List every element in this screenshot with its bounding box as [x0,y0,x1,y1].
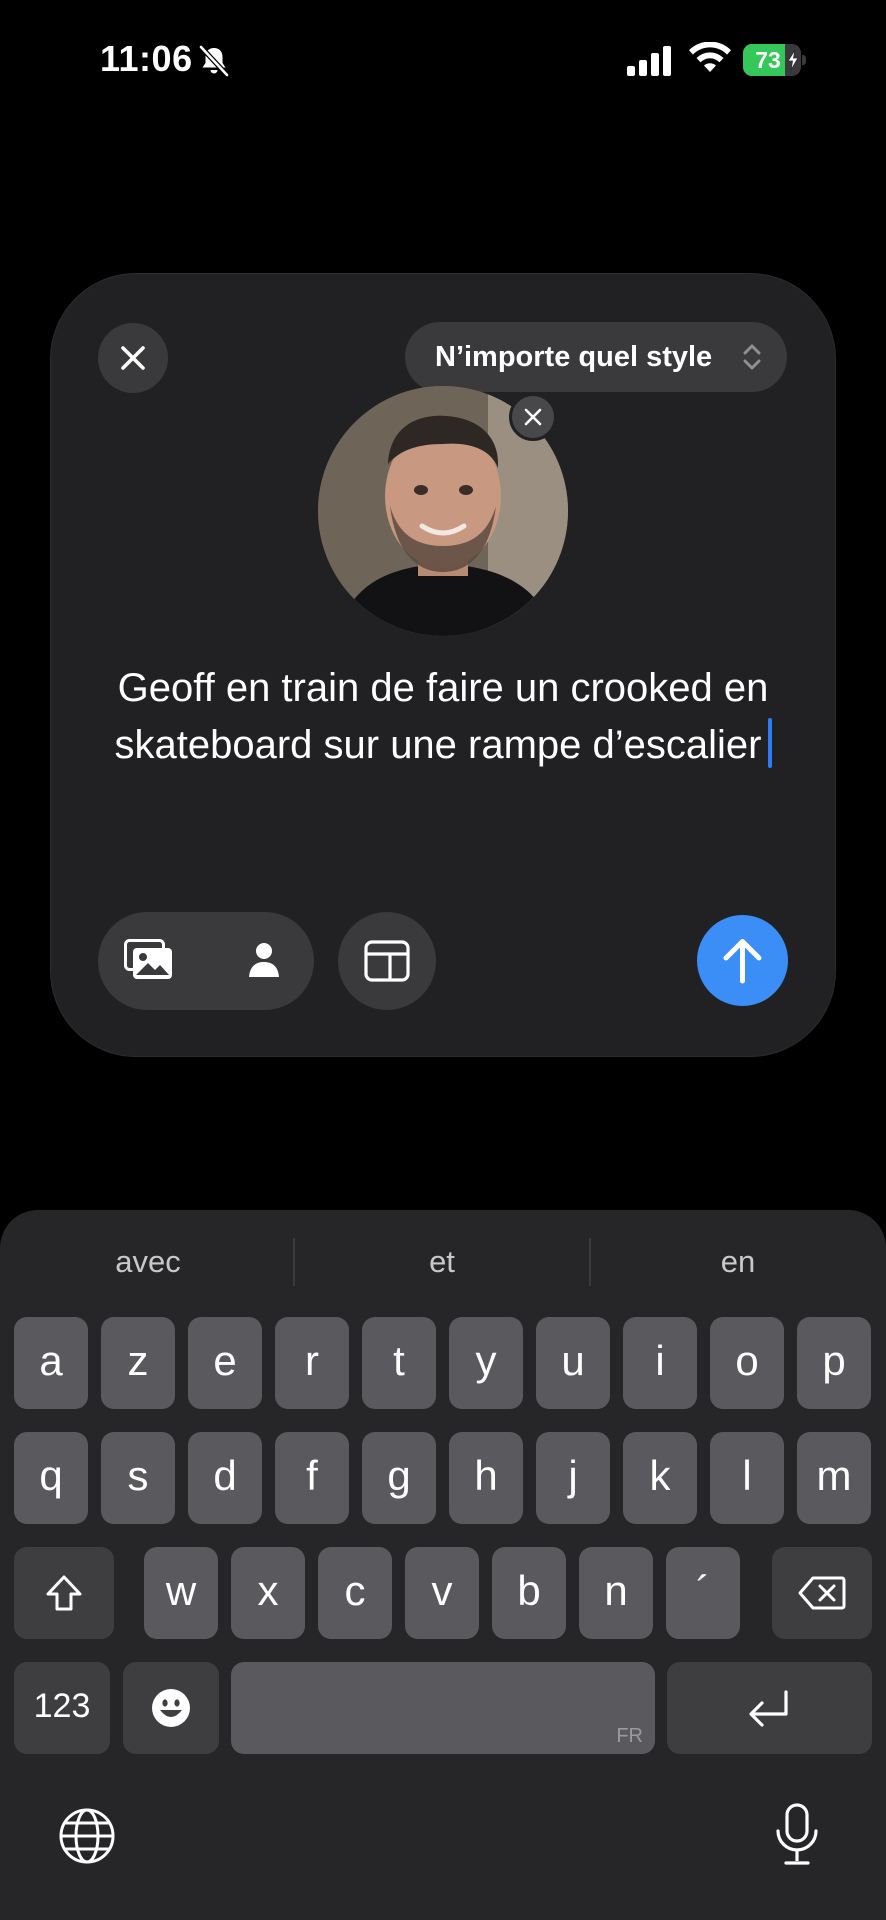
key-g[interactable]: g [362,1432,436,1524]
delete-icon [798,1576,846,1610]
text-cursor [767,718,772,768]
photos-icon[interactable] [124,939,174,981]
return-key[interactable] [667,1662,872,1754]
layout-icon [364,940,410,982]
suggestion-1[interactable]: avec [28,1228,268,1296]
key-l[interactable]: l [710,1432,784,1524]
style-selector-label: N’importe quel style [435,341,713,373]
key-s[interactable]: s [101,1432,175,1524]
suggestion-divider [293,1238,295,1286]
key-h[interactable]: h [449,1432,523,1524]
key-e[interactable]: e [188,1317,262,1409]
key-o[interactable]: o [710,1317,784,1409]
remove-photo-button[interactable] [509,393,557,441]
suggestion-3[interactable]: en [618,1228,858,1296]
send-button[interactable] [697,915,788,1006]
keyboard-language-tag: FR [616,1725,643,1747]
suggestion-2[interactable]: et [322,1228,562,1296]
key-r[interactable]: r [275,1317,349,1409]
key-n[interactable]: n [579,1547,653,1639]
person-icon[interactable] [248,942,280,978]
key-f[interactable]: f [275,1432,349,1524]
suggestion-divider [589,1238,591,1286]
shift-key[interactable] [14,1547,114,1639]
arrow-up-icon [723,939,762,984]
shift-icon [46,1575,82,1611]
key-y[interactable]: y [449,1317,523,1409]
layout-button[interactable] [338,912,436,1010]
key-m[interactable]: m [797,1432,871,1524]
emoji-icon [152,1689,190,1727]
status-time: 11:06 [100,38,193,79]
close-icon [524,408,542,426]
key-acute-accent[interactable]: ´ [666,1547,740,1639]
emoji-key[interactable] [123,1662,219,1754]
wifi-icon [689,42,731,72]
microphone-icon[interactable] [774,1803,820,1867]
key-k[interactable]: k [623,1432,697,1524]
signal-icon [627,46,671,76]
key-j[interactable]: j [536,1432,610,1524]
charging-bolt-icon [787,50,799,70]
key-v[interactable]: v [405,1547,479,1639]
chevron-up-down-icon [743,344,761,370]
close-button[interactable] [98,323,168,393]
key-z[interactable]: z [101,1317,175,1409]
return-icon [749,1690,788,1727]
key-i[interactable]: i [623,1317,697,1409]
globe-icon[interactable] [58,1807,116,1865]
style-selector-button[interactable]: N’importe quel style [405,322,787,392]
key-u[interactable]: u [536,1317,610,1409]
space-key[interactable]: FR [231,1662,655,1754]
battery-nub [802,55,806,65]
key-x[interactable]: x [231,1547,305,1639]
delete-key[interactable] [772,1547,872,1639]
suggestion-bar: avec et en [0,1228,886,1296]
key-a[interactable]: a [14,1317,88,1409]
key-b[interactable]: b [492,1547,566,1639]
key-d[interactable]: d [188,1432,262,1524]
key-p[interactable]: p [797,1317,871,1409]
key-q[interactable]: q [14,1432,88,1524]
battery-percent: 73 [755,47,781,73]
status-bar: 11:06 73 [0,0,886,120]
battery-indicator: 73 [743,44,807,76]
close-icon [121,346,145,370]
key-c[interactable]: c [318,1547,392,1639]
numbers-key[interactable]: 123 [14,1662,110,1754]
key-w[interactable]: w [144,1547,218,1639]
prompt-text-field[interactable]: Geoff en train de faire un crooked en sk… [90,660,796,774]
key-t[interactable]: t [362,1317,436,1409]
prompt-text: Geoff en train de faire un crooked en sk… [114,666,769,767]
bell-slash-icon [198,44,230,78]
